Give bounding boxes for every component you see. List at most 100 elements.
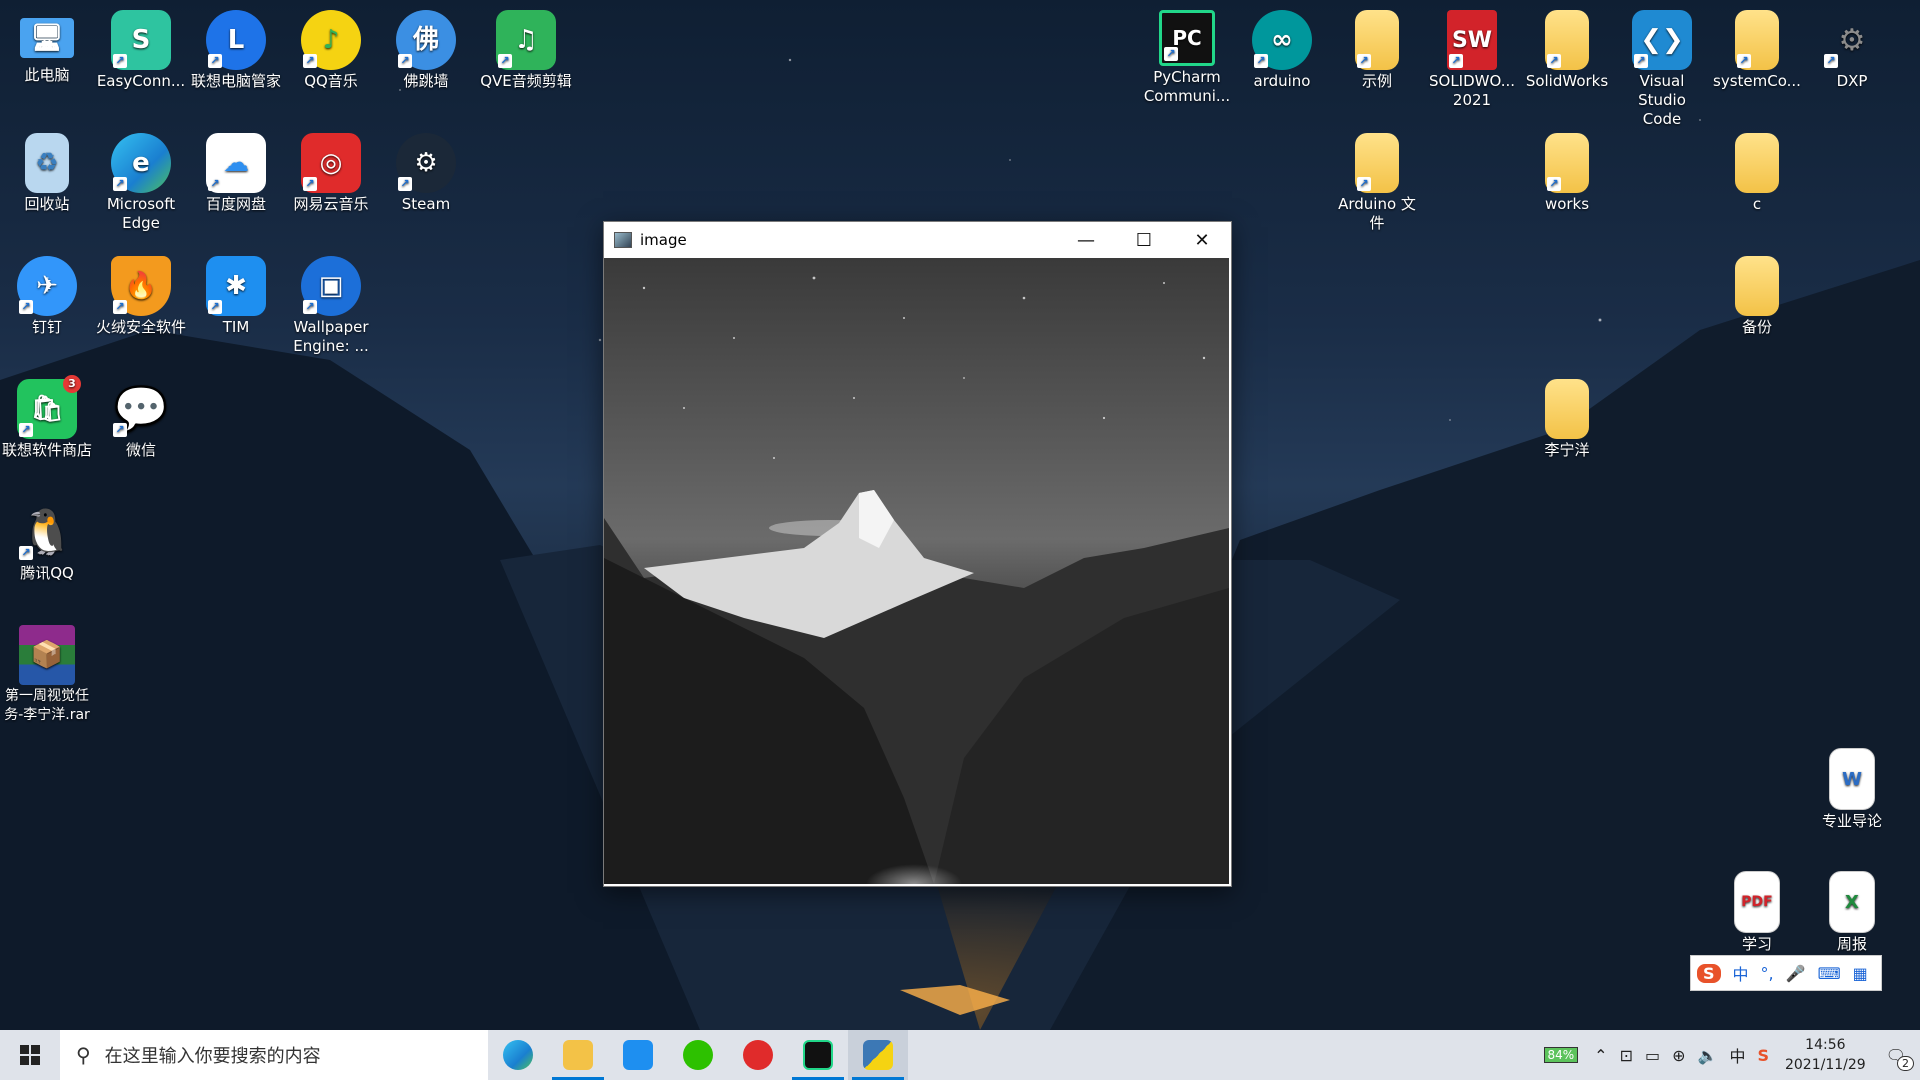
pycharm-icon	[803, 1040, 833, 1070]
chevron-up-icon[interactable]: ⌃	[1594, 1046, 1607, 1065]
desktop-icon-examples-folder[interactable]: ↗ 示例	[1332, 4, 1422, 91]
desktop-icon-solidworks-folder[interactable]: ↗ SolidWorks	[1522, 4, 1612, 91]
desktop-icon-label: PyCharm Communi...	[1143, 68, 1231, 105]
desktop-icon-systemco-folder[interactable]: ↗ systemCo...	[1712, 4, 1802, 91]
taskbar-app-wechat[interactable]	[668, 1030, 728, 1080]
clock[interactable]: 14:56 2021/11/29	[1785, 1035, 1866, 1075]
battery-indicator[interactable]: 84%	[1543, 1047, 1579, 1063]
network-adapter-icon[interactable]: ⊡	[1620, 1046, 1633, 1065]
netease-music-icon: ◎ ↗	[301, 133, 361, 193]
pycharm-icon: PC ↗	[1159, 10, 1215, 66]
input-language[interactable]: 中	[1729, 1043, 1745, 1067]
desktop-icon-lny-folder[interactable]: 李宁洋	[1522, 373, 1612, 460]
desktop-icon-dxp[interactable]: ⚙ ↗ DXP	[1807, 4, 1897, 91]
desktop-icon-lenovo-manager[interactable]: L ↗ 联想电脑管家	[191, 4, 281, 91]
desktop-icon-this-pc[interactable]: 🖥 此电脑	[2, 4, 92, 85]
desktop-icon-label: QVE音频剪辑	[480, 72, 572, 90]
taskbar-app-file-explorer[interactable]	[548, 1030, 608, 1080]
folder-icon: ↗	[1735, 10, 1779, 70]
mountain-photo-graphic	[604, 276, 1229, 884]
taskbar-app-python-image[interactable]	[848, 1030, 908, 1080]
desktop-icon-qq-music[interactable]: ♪ ↗ QQ音乐	[286, 4, 376, 91]
desktop-icon-label: systemCo...	[1713, 72, 1801, 90]
start-button[interactable]	[0, 1030, 60, 1080]
globe-icon[interactable]: ⊕	[1672, 1046, 1685, 1065]
document-icon: W	[1829, 748, 1875, 810]
winrar-icon: 📦	[19, 625, 75, 685]
desktop-icon-label: QQ音乐	[304, 72, 358, 90]
desktop-icon-huorong[interactable]: 🔥 ↗ 火绒安全软件	[96, 250, 186, 337]
desktop-icon-label: 微信	[125, 441, 156, 459]
recycle-bin-icon: ♻	[25, 133, 69, 193]
taskbar-search-box[interactable]: ⚲ 在这里输入你要搜索的内容	[60, 1030, 488, 1080]
notification-center-icon[interactable]: 🗨 2	[1886, 1046, 1914, 1071]
sogou-logo-icon[interactable]: S	[1697, 963, 1721, 983]
desktop-icon-edge[interactable]: e ↗ Microsoft Edge	[96, 127, 186, 233]
taskbar-app-tim[interactable]	[608, 1030, 668, 1080]
desktop-icon-works-folder[interactable]: ↗ works	[1522, 127, 1612, 214]
ime-voice-icon[interactable]: 🎤	[1786, 964, 1806, 983]
desktop-icon-tim[interactable]: ✱ ↗ TIM	[191, 250, 281, 337]
desktop-icon-wechat[interactable]: 💬 ↗ 微信	[96, 373, 186, 460]
image-window[interactable]: image — ☐ ✕	[603, 221, 1232, 887]
taskbar-app-pycharm[interactable]	[788, 1030, 848, 1080]
desktop-icon-rar-file[interactable]: 📦 第一周视觉任务-李宁洋.rar	[0, 619, 94, 725]
desktop-icon-arduino-files[interactable]: ↗ Arduino 文件	[1332, 127, 1422, 233]
window-titlebar[interactable]: image — ☐ ✕	[604, 222, 1231, 258]
desktop-icon-label: 火绒安全软件	[96, 318, 187, 336]
dingtalk-icon: ✈ ↗	[17, 256, 77, 316]
maximize-button[interactable]: ☐	[1115, 222, 1173, 258]
folder-icon: ↗	[1545, 10, 1589, 70]
desktop-icon-pycharm[interactable]: PC ↗ PyCharm Communi...	[1142, 4, 1232, 106]
wechat-icon: 💬 ↗	[113, 383, 169, 437]
desktop-icon-label: c	[1752, 195, 1762, 213]
taskbar-app-netease-music[interactable]	[728, 1030, 788, 1080]
wechat-icon	[683, 1040, 713, 1070]
desktop-icon-solidworks2021[interactable]: SW ↗ SOLIDWO... 2021	[1427, 4, 1517, 110]
sogou-tray-icon[interactable]: S	[1757, 1046, 1769, 1065]
desktop-icon-label: 联想软件商店	[2, 441, 93, 459]
desktop-icon-weekly-doc[interactable]: X 周报	[1807, 865, 1897, 954]
desktop-icon-dingtalk[interactable]: ✈ ↗ 钉钉	[2, 250, 92, 337]
desktop-icon-label: DXP	[1836, 72, 1868, 90]
desktop-icon-netease-music[interactable]: ◎ ↗ 网易云音乐	[286, 127, 376, 214]
close-button[interactable]: ✕	[1173, 222, 1231, 258]
desktop-icon-baidu-netdisk[interactable]: ☁ ↗ 百度网盘	[191, 127, 281, 214]
minimize-button[interactable]: —	[1057, 222, 1115, 258]
tim-icon: ✱ ↗	[206, 256, 266, 316]
desktop-icon-label: Steam	[401, 195, 451, 213]
desktop-icon-label: works	[1544, 195, 1590, 213]
battery-icon[interactable]: ▭	[1645, 1046, 1660, 1065]
desktop-icon-label: arduino	[1253, 72, 1311, 90]
desktop-icon-qq[interactable]: 🐧 ↗ 腾讯QQ	[2, 496, 92, 583]
desktop-icon-easyconnect[interactable]: S ↗ EasyConn...	[96, 4, 186, 91]
desktop-icon-label: Arduino 文件	[1338, 195, 1416, 232]
desktop-icon-wallpaper-engine[interactable]: ▣ ↗ Wallpaper Engine: ...	[286, 250, 376, 356]
desktop-icon-c-folder[interactable]: c	[1712, 127, 1802, 214]
desktop-icon-label: Visual Studio Code	[1638, 72, 1686, 128]
desktop-icon-label: 第一周视觉任务-李宁洋.rar	[4, 688, 90, 723]
folder-icon	[1735, 133, 1779, 193]
desktop-icon-study-doc[interactable]: PDF 学习	[1712, 865, 1802, 954]
volume-icon[interactable]: 🔈	[1698, 1046, 1718, 1065]
desktop-icon-label: SOLIDWO... 2021	[1429, 72, 1515, 109]
desktop-icon-intro-doc[interactable]: W 专业导论	[1807, 742, 1897, 831]
desktop-icon-steam[interactable]: ⚙ ↗ Steam	[381, 127, 471, 214]
desktop-icon-vscode[interactable]: ❮❯ ↗ Visual Studio Code	[1617, 4, 1707, 129]
desktop-icon-backup-folder[interactable]: 备份	[1712, 250, 1802, 337]
desktop-icon-arduino[interactable]: ∞ ↗ arduino	[1237, 4, 1327, 91]
desktop-icon-fotiaoqiang[interactable]: 佛 ↗ 佛跳墙	[381, 4, 471, 91]
ime-toolbar[interactable]: S 中 °, 🎤 ⌨ ▦	[1690, 955, 1882, 991]
folder-icon	[563, 1040, 593, 1070]
desktop-icon-label: 回收站	[24, 195, 70, 213]
ime-keyboard-icon[interactable]: ⌨	[1818, 964, 1841, 983]
taskbar-app-edge[interactable]	[488, 1030, 548, 1080]
ime-toolbox-icon[interactable]: ▦	[1853, 964, 1868, 983]
desktop-icon-recycle-bin[interactable]: ♻ 回收站	[2, 127, 92, 214]
ime-chinese-toggle[interactable]: 中	[1733, 961, 1749, 985]
desktop-icon-qve-audio[interactable]: ♫ ↗ QVE音频剪辑	[476, 4, 576, 91]
ime-punctuation-toggle[interactable]: °,	[1761, 964, 1774, 983]
desktop-icon-lenovo-store[interactable]: 🛍 ↗ 3 联想软件商店	[2, 373, 92, 460]
desktop-icon-label: Wallpaper Engine: ...	[293, 318, 369, 355]
notification-count: 2	[1897, 1055, 1914, 1071]
